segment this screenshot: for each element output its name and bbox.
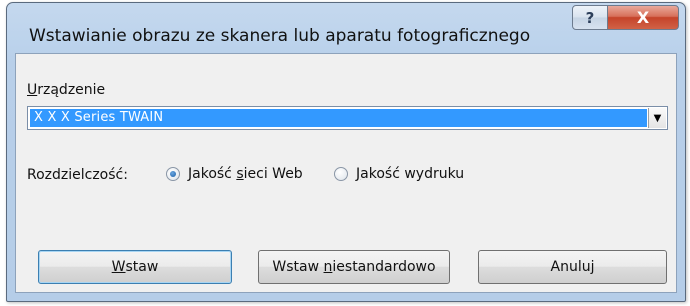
close-button[interactable]: X (607, 5, 679, 30)
dialog-body: Urządzenie X X X Series TWAIN ▼ Rozdziel… (15, 53, 677, 293)
cancel-button-label: Anuluj (550, 259, 595, 275)
radio-print-quality-label: Jakość wydruku (356, 166, 465, 182)
insert-button-label: Wstaw (111, 259, 159, 275)
help-button[interactable]: ? (572, 5, 608, 30)
device-label: Urządzenie (27, 82, 106, 98)
insert-button[interactable]: Wstaw (38, 250, 232, 284)
radio-print-quality[interactable]: Jakość wydruku (334, 166, 464, 182)
dropdown-arrow-button[interactable]: ▼ (648, 108, 666, 128)
title-bar[interactable]: Wstawianie obrazu ze skanera lub aparatu… (7, 3, 685, 51)
resolution-label: Rozdzielczość: (27, 167, 128, 183)
close-icon: X (636, 8, 650, 27)
radio-web-quality-label: Jakość sieci Web (188, 166, 303, 182)
insert-custom-button[interactable]: Wstaw niestandardowo (258, 250, 450, 284)
question-mark-icon: ? (585, 8, 595, 27)
chevron-down-icon: ▼ (653, 112, 662, 124)
device-selected-value: X X X Series TWAIN (30, 109, 647, 127)
dialog-window: Wstawianie obrazu ze skanera lub aparatu… (6, 2, 686, 302)
device-select[interactable]: X X X Series TWAIN ▼ (27, 106, 668, 130)
cancel-button[interactable]: Anuluj (478, 250, 667, 284)
radio-web-quality[interactable]: Jakość sieci Web (166, 166, 303, 182)
radio-checked-icon[interactable] (166, 167, 180, 181)
insert-custom-button-label: Wstaw niestandardowo (272, 259, 436, 275)
radio-unchecked-icon[interactable] (334, 167, 348, 181)
dialog-title: Wstawianie obrazu ze skanera lub aparatu… (29, 26, 531, 46)
